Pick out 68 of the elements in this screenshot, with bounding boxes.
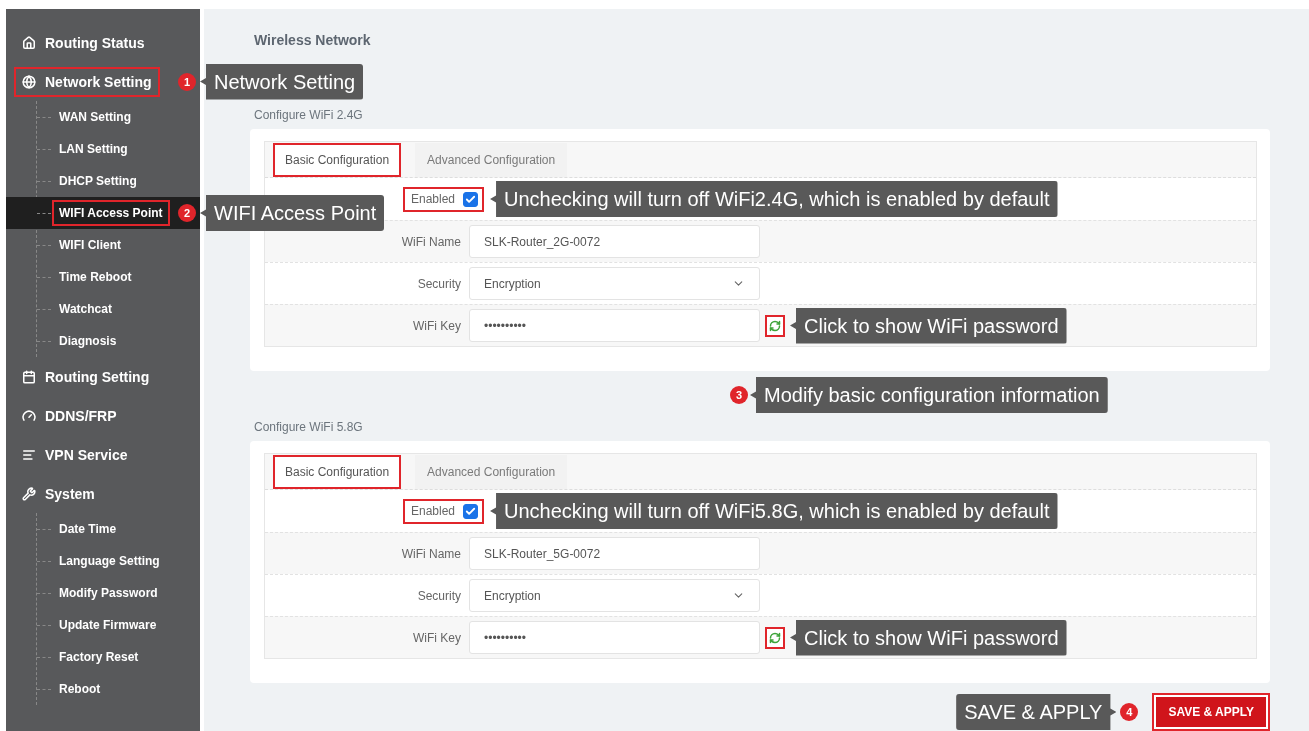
password-field[interactable]: •••••••••• [469, 621, 760, 654]
field-label: Security [417, 276, 461, 291]
list-icon [22, 447, 36, 462]
callout: Unchecking will turn off WiFi5.8G, which is enabled by default [490, 493, 1058, 529]
field-label: WiFi Key [413, 630, 461, 645]
select-field[interactable]: Encryption [469, 267, 760, 300]
text-field[interactable]: SLK-Router_5G-0072 [469, 537, 760, 570]
globe-icon [22, 74, 36, 89]
select-field[interactable]: Encryption [469, 579, 760, 612]
tab[interactable]: Basic Configuration [273, 143, 402, 177]
save-apply-button[interactable]: SAVE & APPLY [1152, 693, 1270, 731]
sidebar-item[interactable]: Routing Setting [16, 363, 156, 390]
section-heading: Configure WiFi 5.8G [254, 419, 364, 435]
sidebar-subitem[interactable]: Watchcat [54, 298, 117, 320]
sidebar-subitem[interactable]: WAN Setting [54, 106, 136, 128]
sidebar-item[interactable]: System [16, 480, 101, 507]
sidebar-subitem[interactable]: Modify Password [54, 582, 163, 604]
tab[interactable]: Basic Configuration [273, 455, 402, 489]
sidebar-subitem[interactable]: Factory Reset [54, 646, 144, 668]
wrench-icon [22, 486, 36, 501]
section-heading: Configure WiFi 2.4G [254, 107, 364, 123]
check-icon [465, 505, 477, 517]
step-badge: 1 [178, 72, 196, 91]
refresh-icon [769, 631, 781, 644]
field-label: Security [417, 588, 461, 603]
tab[interactable]: Advanced Configuration [415, 455, 568, 489]
show-password-button[interactable] [766, 315, 784, 336]
check-icon [465, 193, 477, 205]
callout: Unchecking will turn off WiFi2.4G, which is enabled by default [490, 181, 1058, 217]
callout: Network Setting [200, 63, 364, 100]
sidebar-subitem[interactable]: Diagnosis [54, 330, 122, 352]
sidebar-subitem[interactable]: Update Firmware [54, 614, 162, 636]
sidebar-subitem[interactable]: LAN Setting [54, 138, 133, 160]
sidebar-subitem[interactable]: WIFI Client [54, 234, 126, 256]
password-field[interactable]: •••••••••• [469, 309, 760, 342]
show-password-button[interactable] [766, 627, 784, 648]
sidebar-subitem[interactable]: Reboot [54, 678, 106, 700]
callout: Click to show WiFi password [790, 619, 1067, 656]
sidebar-subitem[interactable]: DHCP Setting [54, 170, 142, 192]
sidebar-item[interactable]: Routing Status [16, 29, 151, 56]
callout: Click to show WiFi password [790, 307, 1067, 344]
sidebar-item[interactable]: VPN Service [16, 441, 134, 468]
tab[interactable]: Advanced Configuration [415, 143, 568, 177]
page-title: Wireless Network [254, 31, 372, 49]
home-icon [22, 35, 36, 50]
calendar-icon [22, 369, 36, 384]
sidebar-subitem[interactable]: Date Time [54, 518, 122, 540]
sidebar-item[interactable]: DDNS/FRP [16, 402, 123, 429]
sidebar-subitem[interactable]: WIFI Access Point [54, 202, 168, 224]
callout: WIFI Access Point [200, 195, 385, 231]
gauge-icon [22, 408, 36, 423]
sidebar-item[interactable]: Network Setting [16, 68, 158, 95]
checkbox[interactable] [463, 191, 479, 207]
field-label: WiFi Name [401, 234, 461, 249]
field-label: Enabled [411, 504, 456, 518]
text-field[interactable]: SLK-Router_2G-0072 [469, 225, 760, 258]
field-label: Enabled [411, 192, 456, 206]
sidebar-subitem[interactable]: Time Reboot [54, 266, 137, 288]
sidebar-subitem[interactable]: Language Setting [54, 550, 165, 572]
field-label: WiFi Name [401, 546, 461, 561]
callout: Modify basic configuration information [750, 377, 1108, 413]
checkbox[interactable] [463, 503, 479, 519]
step-badge: 4 [1120, 703, 1139, 721]
callout: SAVE & APPLY [956, 694, 1117, 730]
step-badge: 2 [178, 204, 196, 222]
refresh-icon [769, 319, 781, 332]
step-badge: 3 [730, 386, 748, 404]
field-label: WiFi Key [413, 318, 461, 333]
